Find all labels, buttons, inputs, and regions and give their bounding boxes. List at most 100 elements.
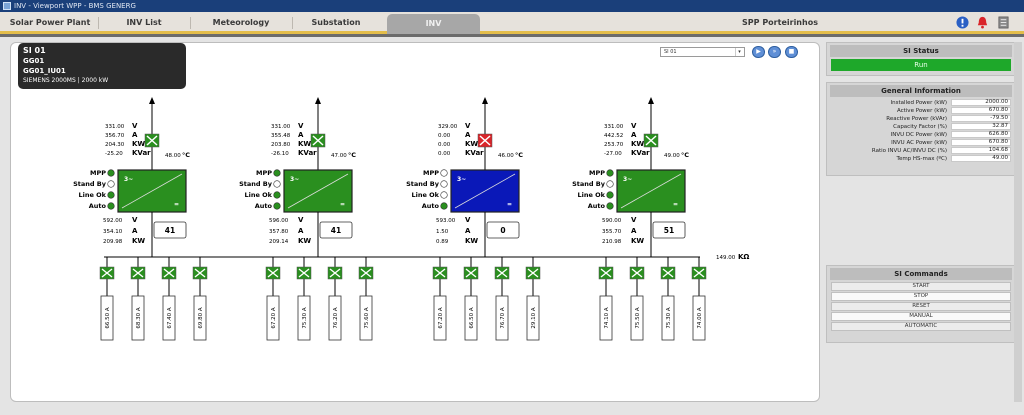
status-label: MPP bbox=[423, 169, 439, 177]
arrow-up-icon bbox=[149, 97, 155, 104]
ac-unit: V bbox=[631, 122, 637, 130]
ac-value: 331.00 bbox=[271, 124, 291, 130]
info-value: 670.80 bbox=[951, 139, 1011, 146]
info-label: Installed Power (kW) bbox=[890, 100, 947, 106]
run-status-indicator: Run bbox=[831, 59, 1011, 71]
ac-value: 356.70 bbox=[105, 133, 125, 139]
inverter-1: 331.00 V 356.70 A 204.30 KW -25.20 KVar 48.00 °C 3… bbox=[73, 97, 208, 341]
string-current: 69.80 A bbox=[198, 307, 204, 328]
ac-unit: KW bbox=[631, 140, 644, 148]
info-label: Capacity Factor (%) bbox=[893, 124, 947, 130]
temperature-unit: °C bbox=[182, 151, 190, 159]
reset-button[interactable]: RESET bbox=[831, 302, 1011, 311]
dc-unit: V bbox=[465, 216, 471, 224]
ac-value: 442.52 bbox=[604, 133, 623, 139]
status-lamp bbox=[273, 180, 281, 188]
info-label: Reactive Power (kVAr) bbox=[886, 116, 947, 122]
status-label: MPP bbox=[256, 169, 272, 177]
info-row: Active Power (kW) 670.80 bbox=[831, 107, 1011, 115]
ac-value: -26.10 bbox=[271, 151, 289, 157]
dc-symbol: = bbox=[174, 201, 179, 208]
automatic-button[interactable]: AUTOMATIC bbox=[831, 322, 1011, 331]
dc-unit: A bbox=[132, 227, 138, 235]
status-lamp bbox=[440, 202, 448, 210]
si-status-title: SI Status bbox=[830, 45, 1012, 57]
status-label: Line Ok bbox=[577, 191, 605, 199]
info-value: 670.80 bbox=[951, 107, 1011, 114]
ac-value: 331.00 bbox=[105, 124, 125, 130]
status-lamp bbox=[440, 180, 448, 188]
string-current: 76.70 A bbox=[500, 307, 506, 328]
alarm-bell-icon[interactable] bbox=[976, 16, 989, 29]
dc-value: 209.98 bbox=[103, 239, 123, 245]
status-lamp bbox=[107, 202, 115, 210]
vertical-scrollbar[interactable] bbox=[1014, 42, 1022, 402]
ac-value: 203.80 bbox=[271, 142, 291, 148]
ac-value: 253.70 bbox=[604, 142, 624, 148]
temperature-value: 48.00 bbox=[165, 153, 181, 159]
ac-symbol: 3~ bbox=[457, 176, 466, 183]
ac-value: 204.30 bbox=[105, 142, 125, 148]
temperature-value: 47.00 bbox=[331, 153, 347, 159]
string-current: 74.00 A bbox=[697, 307, 703, 328]
ac-unit: KVar bbox=[631, 149, 650, 157]
string-current: 68.30 A bbox=[136, 307, 142, 328]
inverter-4: 331.00 V 442.52 A 253.70 KW -27.00 KVar 49.00 °C 3… bbox=[572, 97, 707, 341]
dc-unit: A bbox=[631, 227, 637, 235]
ac-value: 329.00 bbox=[438, 124, 458, 130]
info-value: 626.80 bbox=[951, 131, 1011, 138]
status-label: Line Ok bbox=[78, 191, 106, 199]
ac-value: 355.48 bbox=[271, 133, 291, 139]
dc-value: 596.00 bbox=[269, 218, 289, 224]
status-lamp bbox=[606, 169, 614, 177]
info-label: INVU AC Power (kW) bbox=[891, 140, 947, 146]
dc-unit: KW bbox=[132, 237, 145, 245]
arrow-up-icon bbox=[648, 97, 654, 104]
string-current: 75.30 A bbox=[302, 307, 308, 328]
si-status-panel: SI Status Run bbox=[826, 42, 1016, 76]
ac-unit: V bbox=[465, 122, 471, 130]
dc-unit: V bbox=[631, 216, 637, 224]
ac-unit: V bbox=[298, 122, 304, 130]
ac-unit: KW bbox=[298, 140, 311, 148]
status-lamp bbox=[440, 169, 448, 177]
status-label: MPP bbox=[589, 169, 605, 177]
status-label: Auto bbox=[255, 202, 273, 210]
dc-value: 1.50 bbox=[436, 229, 449, 235]
status-label: Stand By bbox=[239, 180, 273, 188]
si-commands-title: SI Commands bbox=[830, 268, 1012, 280]
inverter-2: 331.00 V 355.48 A 203.80 KW -26.10 KVar 47.00 °C 3… bbox=[239, 97, 374, 341]
info-icon[interactable] bbox=[956, 16, 969, 29]
dc-unit: V bbox=[132, 216, 138, 224]
ac-value: 0.00 bbox=[438, 133, 451, 139]
temperature-unit: °C bbox=[515, 151, 523, 159]
start-button[interactable]: START bbox=[831, 282, 1011, 291]
dc-value: 210.98 bbox=[602, 239, 622, 245]
info-value: 104.68 bbox=[951, 147, 1011, 154]
info-row: Ratio INVU AC/INVU DC (%) 104.68 bbox=[831, 147, 1011, 155]
ac-value: 0.00 bbox=[438, 142, 451, 148]
manual-button[interactable]: MANUAL bbox=[831, 312, 1011, 321]
stop-button[interactable]: STOP bbox=[831, 292, 1011, 301]
ac-symbol: 3~ bbox=[623, 176, 632, 183]
status-lamp bbox=[107, 169, 115, 177]
info-value: -79.50 bbox=[951, 115, 1011, 122]
dc-symbol: = bbox=[340, 201, 345, 208]
ac-unit: KVar bbox=[465, 149, 484, 157]
inverter-count: 41 bbox=[331, 226, 341, 235]
temperature-value: 49.00 bbox=[664, 153, 680, 159]
status-label: Auto bbox=[422, 202, 440, 210]
dc-unit: A bbox=[465, 227, 471, 235]
status-label: Auto bbox=[89, 202, 107, 210]
status-label: Line Ok bbox=[411, 191, 439, 199]
status-label: MPP bbox=[90, 169, 106, 177]
info-row: Installed Power (kW) 2000.00 bbox=[831, 99, 1011, 107]
status-label: Stand By bbox=[406, 180, 440, 188]
ac-unit: A bbox=[132, 131, 138, 139]
info-label: Temp HS-max (ºC) bbox=[896, 156, 947, 162]
report-icon[interactable] bbox=[997, 16, 1010, 29]
dc-unit: V bbox=[298, 216, 304, 224]
ac-symbol: 3~ bbox=[290, 176, 299, 183]
temperature-unit: °C bbox=[681, 151, 689, 159]
info-label: Active Power (kW) bbox=[896, 108, 947, 114]
